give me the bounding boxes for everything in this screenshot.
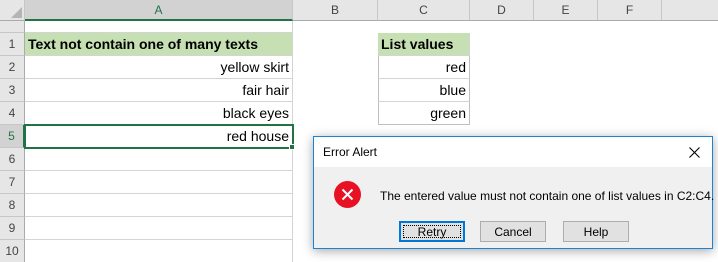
cell-a9[interactable] [25,217,293,240]
column-header-e[interactable]: E [534,0,598,21]
help-button-label: Help [583,224,609,239]
dialog-title: Error Alert [323,145,378,159]
retry-button[interactable]: Retry [399,221,465,242]
cell-a8[interactable] [25,194,293,217]
cancel-button-label: Cancel [494,224,532,239]
column-header-f[interactable]: F [598,0,662,21]
row-header-9[interactable]: 9 [0,217,25,240]
row-header-4[interactable]: 4 [0,102,25,125]
cell-a5[interactable]: red house [25,125,293,148]
row-header-1[interactable]: 1 [0,33,25,56]
dialog-title-bar[interactable]: Error Alert [314,137,712,167]
cell-a4[interactable]: black eyes [25,102,293,125]
error-alert-dialog: Error Alert The entered value must not c… [313,136,715,250]
row-header-3[interactable]: 3 [0,79,25,102]
cell-c3[interactable]: blue [378,79,470,102]
select-all-corner[interactable] [0,0,25,21]
column-header-b[interactable]: B [293,0,378,21]
cell-a1[interactable]: Text not contain one of many texts [25,33,293,56]
close-icon [688,146,700,158]
help-button[interactable]: Help [563,221,629,242]
column-header-a[interactable]: A [25,0,293,21]
cell-a3[interactable]: fair hair [25,79,293,102]
cancel-button[interactable]: Cancel [480,221,546,242]
row-header-spacer [0,21,25,33]
cell-a10[interactable] [25,240,293,262]
dialog-body: The entered value must not contain one o… [314,167,715,250]
row-header-7[interactable]: 7 [0,171,25,194]
dialog-message: The entered value must not contain one o… [380,189,715,203]
row-header-6[interactable]: 6 [0,148,25,171]
close-button[interactable] [676,137,712,167]
column-header-g[interactable] [662,0,718,21]
cell-a2[interactable]: yellow skirt [25,56,293,79]
cell-spacer-a [25,21,293,33]
cell-c4[interactable]: green [378,102,470,125]
select-all-triangle [11,7,22,18]
column-header-d[interactable]: D [470,0,534,21]
row-header-2[interactable]: 2 [0,56,25,79]
cell-a7[interactable] [25,171,293,194]
error-icon [334,181,361,208]
fill-handle[interactable] [289,144,295,150]
row-header-8[interactable]: 8 [0,194,25,217]
row-header-10[interactable]: 10 [0,240,25,262]
cell-c2[interactable]: red [378,56,470,79]
cell-a6[interactable] [25,148,293,171]
cell-c1[interactable]: List values [378,33,470,56]
retry-button-label: Retry [417,224,447,239]
row-header-5[interactable]: 5 [0,125,25,148]
column-header-c[interactable]: C [378,0,470,21]
